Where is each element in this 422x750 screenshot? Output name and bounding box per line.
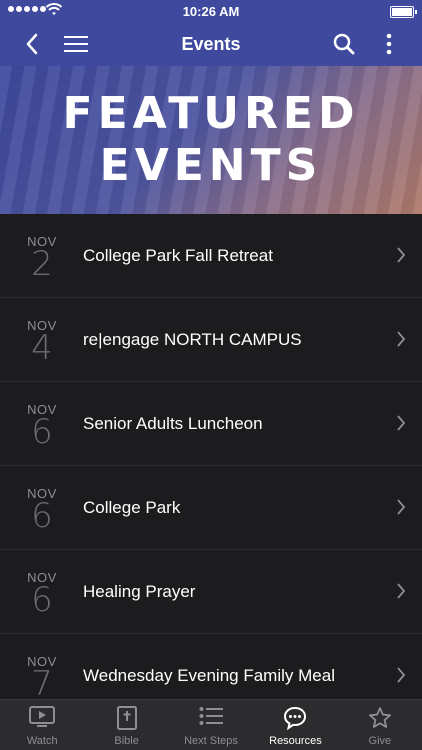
event-day: 4 (31, 328, 53, 368)
event-title: Healing Prayer (83, 582, 196, 601)
event-row[interactable]: NOV 6 Senior Adults Luncheon (0, 382, 422, 466)
banner-heading: FEATURED EVENTS (0, 88, 422, 192)
event-title: College Park Fall Retreat (83, 246, 273, 265)
chevron-right-icon (397, 667, 406, 683)
status-bar: 10:26 AM (0, 0, 422, 22)
chevron-right-icon (397, 499, 406, 515)
battery-icon (390, 6, 417, 18)
tab-label: Resources (269, 735, 322, 747)
events-list: NOV 2 College Park Fall Retreat NOV 4 re… (0, 214, 422, 718)
tab-label: Bible (114, 735, 139, 747)
event-day: 6 (31, 496, 53, 536)
event-row[interactable]: NOV 4 re|engage NORTH CAMPUS (0, 298, 422, 382)
event-row[interactable]: NOV 6 College Park (0, 466, 422, 550)
chat-bubble-icon (284, 706, 307, 730)
tab-label: Give (368, 735, 392, 747)
event-day: 6 (31, 412, 53, 452)
event-title: re|engage NORTH CAMPUS (83, 330, 302, 349)
tab-label: Watch (26, 735, 58, 747)
more-options-button[interactable] (373, 28, 405, 60)
search-button[interactable] (328, 28, 360, 60)
event-title: Wednesday Evening Family Meal (83, 666, 335, 685)
event-title: College Park (83, 498, 181, 517)
status-time: 10:26 AM (182, 4, 240, 19)
featured-events-banner: FEATURED EVENTS (0, 66, 422, 214)
nav-bar: Events (0, 22, 422, 66)
tab-bible[interactable]: Bible (84, 700, 168, 750)
bible-icon (116, 706, 137, 730)
event-row[interactable]: NOV 2 College Park Fall Retreat (0, 214, 422, 298)
chevron-right-icon (397, 415, 406, 431)
banner-line-1: FEATURED (62, 88, 360, 139)
play-screen-icon (29, 706, 56, 727)
tab-label: Next Steps (184, 735, 238, 747)
event-row[interactable]: NOV 6 Healing Prayer (0, 550, 422, 634)
event-day: 2 (31, 244, 53, 284)
tab-give[interactable]: Give (338, 700, 422, 750)
event-day: 7 (31, 664, 53, 704)
banner-line-2: EVENTS (99, 140, 323, 191)
tab-next-steps[interactable]: Next Steps (169, 700, 253, 750)
event-title: Senior Adults Luncheon (83, 414, 263, 433)
search-icon (333, 33, 355, 55)
star-icon (368, 707, 391, 728)
vertical-ellipsis-icon (386, 33, 392, 55)
tab-bar: Watch Bible Next Steps Resources Give (0, 699, 422, 750)
tab-watch[interactable]: Watch (0, 700, 84, 750)
chevron-right-icon (397, 331, 406, 347)
list-icon (199, 707, 224, 725)
chevron-right-icon (397, 247, 406, 263)
tab-resources[interactable]: Resources (253, 700, 337, 750)
event-day: 6 (31, 580, 53, 620)
chevron-right-icon (397, 583, 406, 599)
